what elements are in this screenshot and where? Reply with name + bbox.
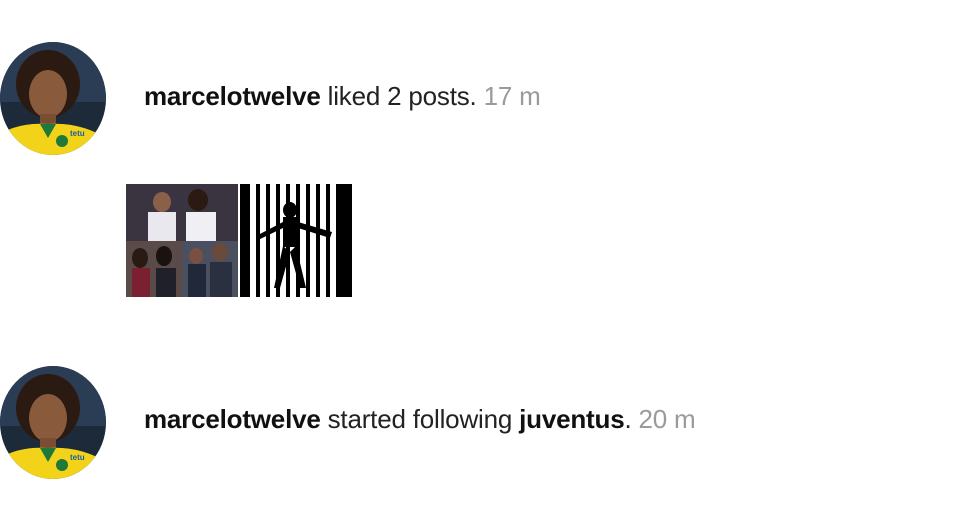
svg-text:tetu: tetu: [70, 453, 85, 462]
activity-feed: tetu marcelotwelve liked 2 posts. 17 m t…: [0, 0, 968, 507]
user-avatar[interactable]: tetu: [0, 366, 106, 479]
user-avatar[interactable]: tetu: [0, 42, 106, 155]
timestamp: 20 m: [638, 404, 696, 434]
svg-text:tetu: tetu: [70, 129, 85, 138]
post-thumbnail[interactable]: [126, 184, 238, 297]
activity-text: marcelotwelve liked 2 posts. 17 m: [144, 81, 541, 112]
post-player-silhouette-thumbnail: [240, 184, 352, 297]
activity-suffix: .: [624, 404, 632, 434]
avatar-photo: tetu: [0, 42, 106, 155]
avatar-photo: tetu: [0, 366, 106, 479]
username-link[interactable]: marcelotwelve: [144, 404, 321, 434]
username-link[interactable]: marcelotwelve: [144, 81, 321, 111]
post-collage-thumbnail: [126, 184, 238, 297]
activity-action: liked 2 posts.: [320, 81, 477, 111]
post-thumbnail[interactable]: [240, 184, 352, 297]
timestamp: 17 m: [483, 81, 541, 111]
followed-account-link[interactable]: juventus: [519, 404, 625, 434]
activity-text: marcelotwelve started following juventus…: [144, 404, 696, 435]
activity-action: started following: [320, 404, 520, 434]
